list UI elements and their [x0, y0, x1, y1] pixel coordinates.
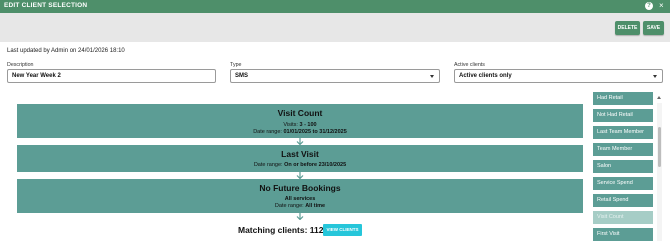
- filter-line: Date range: On or before 23/10/2025: [253, 162, 347, 168]
- scrollbar-thumb[interactable]: [658, 127, 661, 167]
- description-label: Description: [7, 62, 34, 68]
- filter-option-retail-spend[interactable]: Retail Spend: [593, 194, 653, 207]
- close-icon[interactable]: ×: [659, 1, 664, 11]
- description-value: New Year Week 2: [12, 73, 61, 79]
- filter-box-visit-count[interactable]: Visit Count Visits: 3 - 100 Date range: …: [17, 104, 583, 138]
- type-value: SMS: [235, 73, 249, 79]
- window-title: EDIT CLIENT SELECTION: [4, 2, 88, 9]
- filter-option-salon[interactable]: Salon: [593, 160, 653, 173]
- filter-line: Visits: 3 - 100: [283, 122, 317, 128]
- active-clients-value: Active clients only: [459, 73, 512, 79]
- filter-option-last-team-member[interactable]: Last Team Member: [593, 126, 653, 139]
- delete-button[interactable]: DELETE: [615, 21, 640, 35]
- filter-option-team-member[interactable]: Team Member: [593, 143, 653, 156]
- type-label: Type: [230, 62, 242, 68]
- toolbar: DELETE SAVE: [0, 13, 670, 42]
- last-updated-text: Last updated by Admin on 24/01/2026 18:1…: [7, 48, 125, 54]
- type-select[interactable]: SMS: [230, 69, 440, 83]
- help-icon[interactable]: ?: [645, 2, 653, 10]
- filter-option-first-visit[interactable]: First Visit: [593, 228, 653, 241]
- filter-line: All services: [284, 196, 316, 202]
- filter-option-visit-count: Visit Count: [593, 211, 653, 224]
- save-button[interactable]: SAVE: [643, 21, 664, 35]
- filter-option-had-retail[interactable]: Had Retail: [593, 92, 653, 105]
- filter-option-service-spend[interactable]: Service Spend: [593, 177, 653, 190]
- description-input[interactable]: New Year Week 2: [7, 69, 216, 83]
- active-clients-label: Active clients: [454, 62, 485, 68]
- arrow-down-icon: [296, 172, 304, 179]
- filter-box-no-future-bookings[interactable]: No Future Bookings All services Date ran…: [17, 179, 583, 213]
- scroll-up-icon[interactable]: [657, 96, 661, 99]
- active-clients-select[interactable]: Active clients only: [454, 69, 663, 83]
- filter-line: Date range: 01/01/2025 to 31/12/2025: [253, 129, 347, 135]
- title-bar: EDIT CLIENT SELECTION ? ×: [0, 0, 670, 13]
- matching-clients-text: Matching clients: 112: [238, 225, 324, 235]
- arrow-down-icon: [296, 138, 304, 145]
- arrow-down-icon: [296, 213, 304, 220]
- caret-down-icon: [430, 75, 434, 78]
- caret-down-icon: [653, 75, 657, 78]
- filter-option-not-had-retail[interactable]: Not Had Retail: [593, 109, 653, 122]
- view-clients-button[interactable]: VIEW CLIENTS: [323, 224, 362, 236]
- filter-line: Date range: All time: [274, 203, 326, 209]
- filter-box-last-visit[interactable]: Last Visit Date range: On or before 23/1…: [17, 145, 583, 172]
- scrollbar-track[interactable]: [657, 103, 662, 241]
- filter-title: Last Visit: [281, 149, 319, 159]
- filter-title: Visit Count: [277, 108, 323, 118]
- filter-title: No Future Bookings: [259, 183, 341, 193]
